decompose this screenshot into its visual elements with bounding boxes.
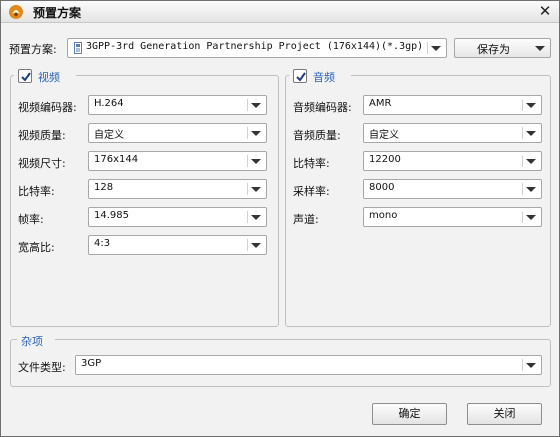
file-type-label: 文件类型: [18, 361, 66, 374]
video-codec-label: 视频编码器: [18, 101, 77, 114]
video-framerate-divider [247, 211, 248, 223]
chevron-down-icon[interactable] [526, 131, 536, 136]
preset-select-divider [427, 42, 428, 54]
chevron-down-icon[interactable] [526, 215, 536, 220]
preset-label: 预置方案: [9, 43, 57, 56]
video-size-divider [247, 155, 248, 167]
file-type-select[interactable]: 3GP [75, 355, 542, 375]
audio-channels-select[interactable]: mono [363, 207, 542, 227]
video-codec-value: H.264 [94, 98, 124, 109]
video-aspect-select[interactable]: 4:3 [88, 235, 267, 255]
video-framerate-value: 14.985 [94, 210, 129, 221]
video-bitrate-value: 128 [94, 182, 114, 193]
misc-group-header: 杂项 [17, 331, 55, 349]
chevron-down-icon[interactable] [526, 159, 536, 164]
audio-bitrate-value: 12200 [369, 154, 401, 165]
video-framerate-label: 帧率: [18, 213, 44, 226]
video-bitrate-divider [247, 183, 248, 195]
checkmark-icon [21, 72, 31, 82]
video-group-title: 视频 [38, 71, 60, 84]
video-quality-value: 自定义 [94, 130, 124, 141]
chevron-down-icon[interactable] [251, 103, 261, 108]
video-bitrate-label: 比特率: [18, 185, 55, 198]
video-group-header: 视频 [14, 67, 76, 85]
audio-bitrate-select[interactable]: 12200 [363, 151, 542, 171]
app-logo-icon [8, 4, 24, 20]
file-type-value: 3GP [81, 358, 102, 369]
audio-samplerate-value: 8000 [369, 182, 395, 193]
chevron-down-icon[interactable] [535, 46, 545, 51]
chevron-down-icon[interactable] [251, 131, 261, 136]
audio-channels-value: mono [369, 210, 398, 221]
save-as-label: 保存为 [477, 43, 510, 56]
video-quality-label: 视频质量: [18, 129, 66, 142]
audio-enable-checkbox[interactable] [293, 69, 307, 83]
video-enable-checkbox[interactable] [18, 69, 32, 83]
audio-codec-value: AMR [369, 98, 392, 109]
audio-quality-value: 自定义 [369, 130, 399, 141]
audio-samplerate-select[interactable]: 8000 [363, 179, 542, 199]
preset-value: 3GPP-3rd Generation Partnership Project … [86, 41, 424, 52]
audio-quality-select[interactable]: 自定义 [363, 123, 542, 143]
video-framerate-select[interactable]: 14.985 [88, 207, 267, 227]
audio-samplerate-label: 采样率: [293, 185, 330, 198]
audio-codec-divider [522, 99, 523, 111]
audio-bitrate-divider [522, 155, 523, 167]
misc-group-title: 杂项 [21, 335, 43, 348]
video-size-value: 176x144 [94, 154, 139, 165]
chevron-down-icon[interactable] [251, 243, 261, 248]
chevron-down-icon[interactable] [251, 215, 261, 220]
audio-quality-divider [522, 127, 523, 139]
chevron-down-icon[interactable] [526, 187, 536, 192]
title-bar[interactable]: 预置方案 ✕ [1, 1, 559, 23]
close-button[interactable]: 关闭 [467, 403, 542, 425]
document-icon [74, 42, 82, 54]
video-codec-select[interactable]: H.264 [88, 95, 267, 115]
audio-bitrate-label: 比特率: [293, 157, 330, 170]
video-codec-divider [247, 99, 248, 111]
video-aspect-value: 4:3 [94, 238, 111, 249]
close-icon[interactable]: ✕ [537, 3, 553, 19]
save-as-button[interactable]: 保存为 [454, 38, 551, 58]
audio-codec-label: 音频编码器: [293, 101, 352, 114]
video-bitrate-select[interactable]: 128 [88, 179, 267, 199]
audio-samplerate-divider [522, 183, 523, 195]
audio-quality-label: 音频质量: [293, 129, 341, 142]
video-aspect-divider [247, 239, 248, 251]
chevron-down-icon[interactable] [526, 103, 536, 108]
file-type-divider [522, 359, 523, 371]
preset-select[interactable]: 3GPP-3rd Generation Partnership Project … [67, 38, 447, 58]
video-quality-divider [247, 127, 248, 139]
video-quality-select[interactable]: 自定义 [88, 123, 267, 143]
preset-dialog: 预置方案 ✕ 预置方案: 3GPP-3rd Generation Partner… [0, 0, 560, 437]
chevron-down-icon[interactable] [251, 187, 261, 192]
chevron-down-icon[interactable] [251, 159, 261, 164]
audio-codec-select[interactable]: AMR [363, 95, 542, 115]
window-title: 预置方案 [33, 6, 82, 20]
audio-channels-divider [522, 211, 523, 223]
chevron-down-icon[interactable] [431, 46, 441, 51]
chevron-down-icon[interactable] [526, 363, 536, 368]
checkmark-icon [296, 72, 306, 82]
audio-group-title: 音频 [313, 71, 335, 84]
audio-channels-label: 声道: [293, 213, 319, 226]
video-size-label: 视频尺寸: [18, 157, 66, 170]
ok-button[interactable]: 确定 [372, 403, 447, 425]
video-aspect-label: 宽高比: [18, 241, 55, 254]
audio-group-header: 音频 [289, 67, 351, 85]
video-size-select[interactable]: 176x144 [88, 151, 267, 171]
